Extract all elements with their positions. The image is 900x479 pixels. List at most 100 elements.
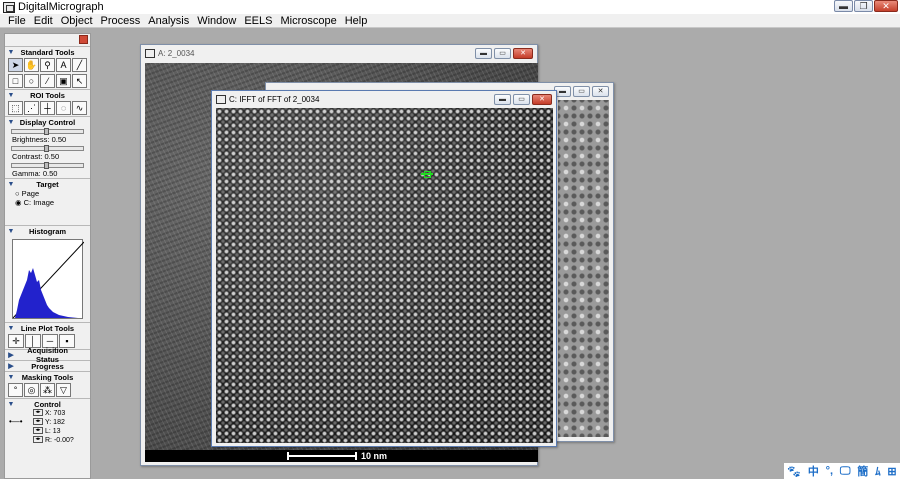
line-plot-tools-header[interactable]: ▼ Line Plot Tools [5,322,90,333]
control-header[interactable]: ▼ Control [5,398,90,409]
window-a-titlebar[interactable]: A: 2_0034 ▬ ▭ ✕ [141,45,537,62]
window-c-controls: ▬ ▭ ✕ [494,94,552,105]
expand-triangle-icon: ▶ [8,363,14,370]
ime-chinese-icon[interactable]: 中 [808,463,819,479]
minimize-button[interactable]: ▬ [494,94,511,105]
tool-panel: ▼ Standard Tools ➤ ✋ ⚲ A ╱ □ ○ ⁄ ▣ ↖ ▼ R… [4,33,91,479]
standard-tools-row-1: ➤ ✋ ⚲ A ╱ [5,57,90,73]
histogram-header[interactable]: ▼ Histogram [5,225,90,236]
menu-analysis[interactable]: Analysis [144,15,193,27]
array-mask-icon[interactable]: ⁂ [40,383,55,397]
pointer-tool-icon[interactable]: ➤ [8,58,23,72]
close-button[interactable]: ✕ [532,94,552,105]
progress-header[interactable]: ▶ Progress [5,360,90,371]
panel-close-icon[interactable] [79,35,88,44]
roi-rect-icon[interactable]: ⬚ [8,101,23,115]
scale-bar-label: 10 nm [361,451,388,461]
expand-triangle-icon: ▶ [8,352,14,359]
ime-paw-icon[interactable]: 🐾 [787,465,801,478]
spin-icon[interactable]: ◂▸ [33,409,43,416]
restore-button[interactable]: ❐ [854,0,873,12]
target-page-option[interactable]: ○ Page [5,189,90,198]
contrast-slider[interactable] [11,145,84,152]
window-a-title: A: 2_0034 [158,49,195,58]
spin-icon[interactable]: ◂▸ [33,427,43,434]
wedge-mask-icon[interactable]: ▽ [56,383,71,397]
acquisition-status-header[interactable]: ▶ Acquisition Status [5,346,90,364]
menu-file[interactable]: File [4,15,30,27]
spot-mask-icon[interactable]: ° [8,383,23,397]
menu-microscope[interactable]: Microscope [276,15,340,27]
maximize-button[interactable]: ▭ [573,86,590,97]
image-window-icon [216,95,226,104]
standard-tools-header[interactable]: ▼ Standard Tools [5,46,90,57]
minimize-button[interactable]: ▬ [834,0,853,12]
image-tool-icon[interactable]: ▣ [56,74,71,88]
menu-eels[interactable]: EELS [240,15,276,27]
hand-tool-icon[interactable]: ✋ [24,58,39,72]
ifft-image-c[interactable] [216,108,553,443]
menu-edit[interactable]: Edit [30,15,57,27]
window-c-titlebar[interactable]: C: IFFT of FFT of 2_0034 ▬ ▭ ✕ [212,91,556,108]
slider-knob[interactable] [44,128,49,135]
menu-window[interactable]: Window [193,15,240,27]
collapse-triangle-icon: ▼ [7,91,15,99]
scale-bar: 10 nm [145,450,538,462]
text-tool-icon[interactable]: A [56,58,71,72]
ime-grid-icon[interactable]: ⊞ [887,465,896,478]
ime-punctuation-icon[interactable]: °, [826,465,833,477]
slider-knob[interactable] [44,145,49,152]
collapse-triangle-icon: ▼ [7,227,15,235]
oval-tool-icon[interactable]: ○ [24,74,39,88]
roi-line-icon[interactable]: ⋰ [24,101,39,115]
rectangle-tool-icon[interactable]: □ [8,74,23,88]
image-window-icon [145,49,155,58]
gamma-slider[interactable] [11,162,84,169]
roi-polyline-icon[interactable]: ∿ [72,101,87,115]
close-button[interactable]: ✕ [592,86,609,97]
brightness-slider[interactable] [11,128,84,135]
display-control-header[interactable]: ▼ Display Control [5,116,90,127]
menu-object[interactable]: Object [57,15,97,27]
control-line-icon: •—• [9,417,23,426]
maximize-button[interactable]: ▭ [513,94,530,105]
slider-knob[interactable] [44,162,49,169]
collapse-triangle-icon: ▼ [7,400,15,408]
ring-mask-icon[interactable]: ◎ [24,383,39,397]
fft-image-b[interactable] [558,100,609,437]
close-button[interactable]: ✕ [874,0,898,12]
roi-point-icon[interactable]: ┼ [40,101,55,115]
window-a-controls: ▬ ▭ ✕ [475,48,533,59]
ime-simplified-icon[interactable]: 簡 [857,463,868,479]
window-c-title: C: IFFT of FFT of 2_0034 [229,95,320,104]
ime-screen-icon[interactable]: 🖵 [840,465,851,478]
control-r-row: ◂▸ R: -0.00? [9,436,90,445]
app-titlebar: DigitalMicrograph ▬ ❐ ✕ [0,0,900,14]
spin-icon[interactable]: ◂▸ [33,436,43,443]
line-tool-icon[interactable]: ╱ [72,58,87,72]
collapse-triangle-icon: ▼ [7,118,15,126]
zoom-tool-icon[interactable]: ⚲ [40,58,55,72]
minimize-button[interactable]: ▬ [475,48,492,59]
wand-tool-icon[interactable]: ⁄ [40,74,55,88]
close-button[interactable]: ✕ [513,48,533,59]
roi-lasso-icon[interactable]: ◌ [56,101,71,115]
target-image-option[interactable]: ◉ C: Image [5,198,90,207]
maximize-button[interactable]: ▭ [494,48,511,59]
ime-user-icon[interactable]: ﾑ [875,463,881,479]
histogram-svg [12,241,85,319]
masking-tools-header[interactable]: ▼ Masking Tools [5,371,90,382]
tool-panel-topbar [5,34,90,46]
arrow-tool-icon[interactable]: ↖ [72,74,87,88]
menu-process[interactable]: Process [97,15,145,27]
gamma-label: Gamma: 0.50 [12,169,58,178]
scale-bar-line [287,452,357,460]
roi-tools-row: ⬚ ⋰ ┼ ◌ ∿ [5,100,90,116]
spin-icon[interactable]: ◂▸ [33,418,43,425]
line-roi-marker[interactable] [421,171,433,178]
menu-help[interactable]: Help [341,15,372,27]
roi-tools-header[interactable]: ▼ ROI Tools [5,89,90,100]
menu-bar: File Edit Object Process Analysis Window… [0,14,900,28]
histogram-plot[interactable] [12,239,85,319]
target-header[interactable]: ▼ Target [5,178,90,189]
